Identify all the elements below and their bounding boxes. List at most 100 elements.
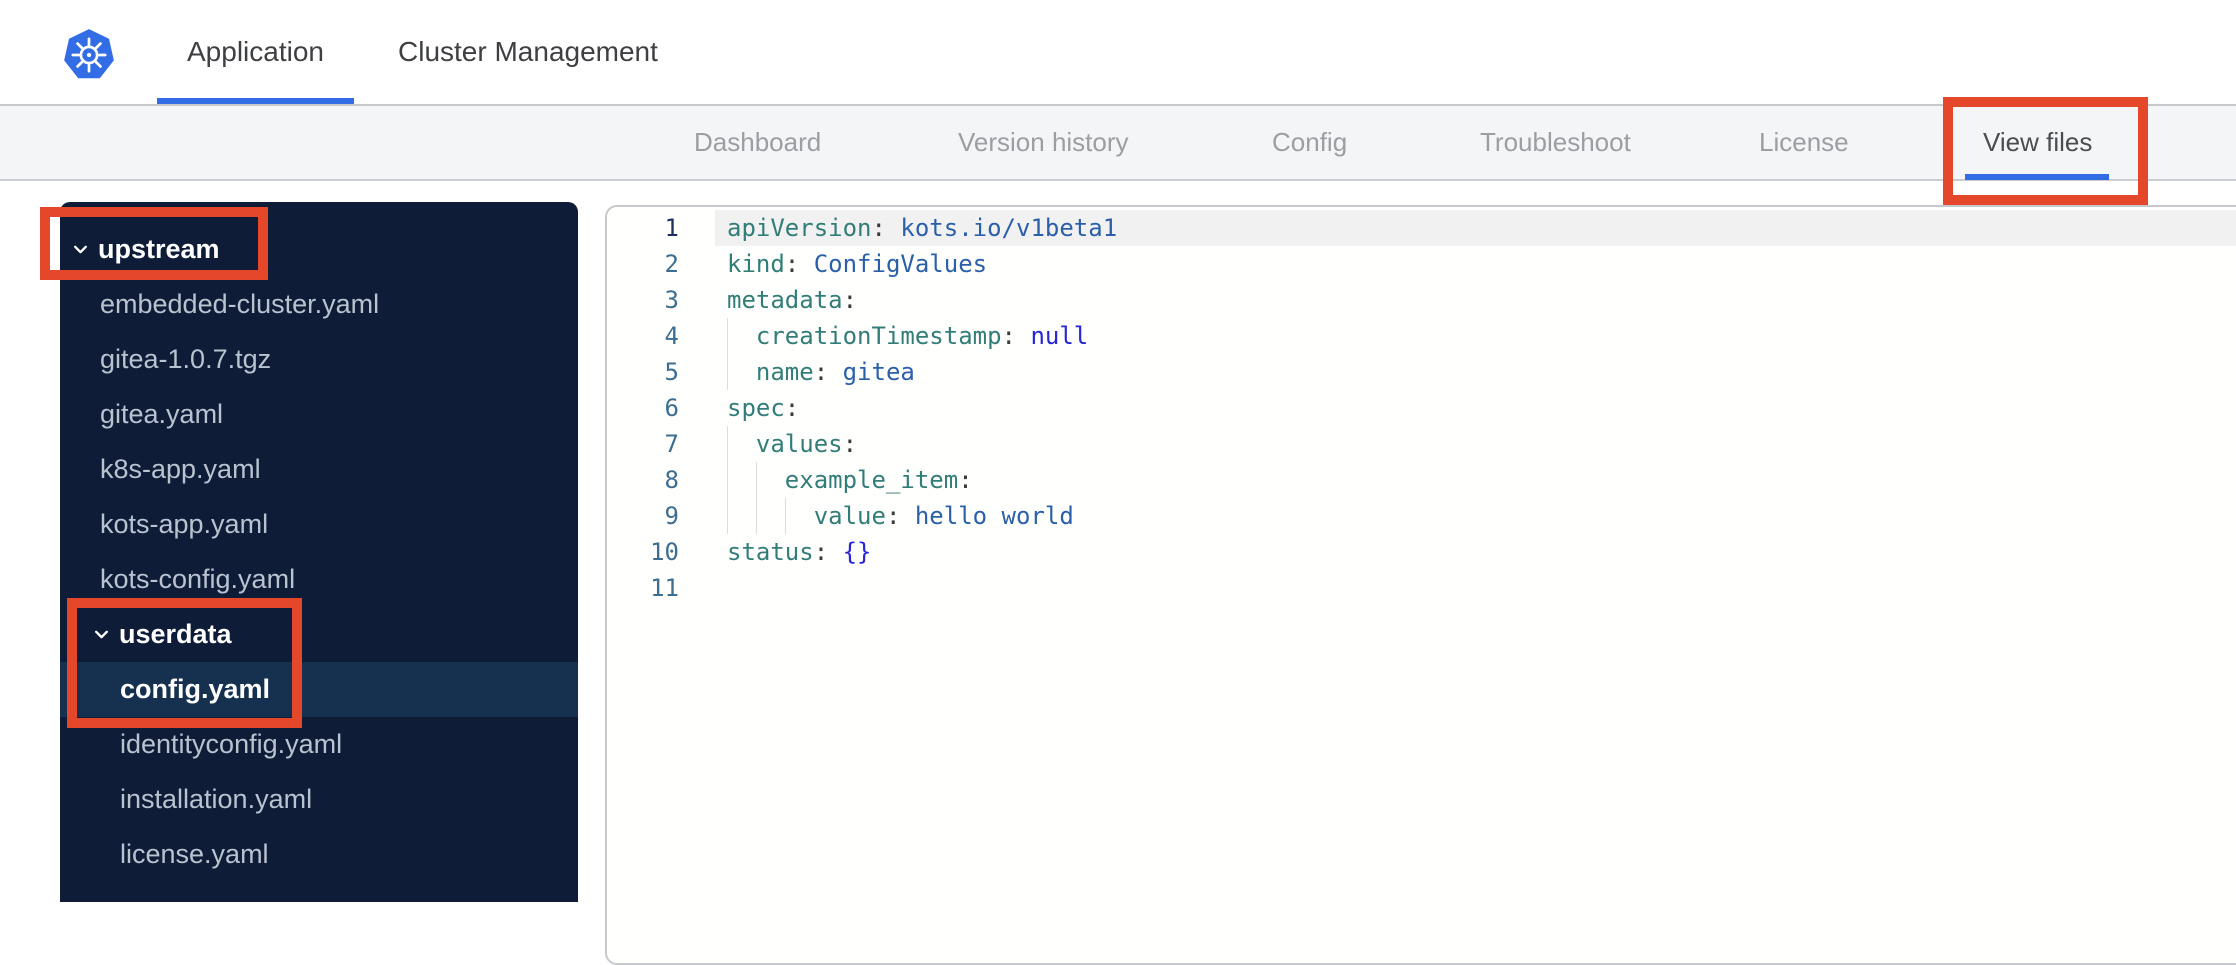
token-k: kind	[727, 250, 785, 278]
code-line-4[interactable]: 4 creationTimestamp: null	[607, 318, 2236, 354]
code-editor[interactable]: 1 apiVersion: kots.io/v1beta1 2 kind: Confi…	[605, 205, 2236, 965]
nav-tab-dashboard[interactable]: Dashboard	[694, 106, 821, 179]
token-v: kots.io/v1beta1	[900, 214, 1118, 242]
tree-item-label: kots-config.yaml	[100, 564, 296, 594]
file-kots-config.yaml[interactable]: kots-config.yaml	[60, 552, 578, 607]
chevron-down-icon[interactable]	[72, 241, 89, 258]
token-k: status	[727, 538, 814, 566]
token-p: :	[842, 286, 858, 314]
line-number: 9	[664, 502, 679, 530]
token-p: :	[885, 502, 901, 530]
line-number: 2	[664, 250, 679, 278]
token-p: :	[784, 250, 800, 278]
tree-item-label: upstream	[98, 234, 220, 264]
indent-guide	[756, 498, 757, 534]
code-line-2[interactable]: 2 kind: ConfigValues	[607, 246, 2236, 282]
token-p: :	[1001, 322, 1016, 350]
code-line-3[interactable]: 3 metadata:	[607, 282, 2236, 318]
token-t	[727, 430, 756, 458]
token-t	[828, 538, 842, 566]
code-text[interactable]: metadata:	[715, 282, 2236, 318]
indent-guide	[727, 426, 728, 462]
line-number: 1	[664, 214, 679, 242]
nav-tab-troubleshoot[interactable]: Troubleshoot	[1480, 106, 1631, 179]
nav-tab-label: Dashboard	[694, 127, 822, 157]
tree-item-label: installation.yaml	[120, 784, 313, 814]
indent-guide	[727, 318, 728, 354]
nav-tab-license[interactable]: License	[1759, 106, 1849, 179]
code-text[interactable]: values:	[715, 426, 2236, 462]
kots-admin-console: Application Cluster Management Dashboard…	[0, 0, 2236, 965]
tab-cluster-management[interactable]: Cluster Management	[398, 0, 658, 104]
line-number: 11	[650, 574, 679, 602]
code-text[interactable]: value: hello world	[715, 498, 2236, 534]
tree-item-label: k8s-app.yaml	[100, 454, 261, 484]
code-line-9[interactable]: 9 value: hello world	[607, 498, 2236, 534]
nav-tab-config[interactable]: Config	[1272, 106, 1347, 179]
code-line-7[interactable]: 7 values:	[607, 426, 2236, 462]
token-k: values	[755, 430, 843, 458]
kubernetes-logo-icon	[62, 28, 116, 82]
token-k: spec	[727, 394, 785, 422]
line-number: 6	[664, 394, 679, 422]
code-line-1[interactable]: 1 apiVersion: kots.io/v1beta1	[607, 210, 2236, 246]
file-identityconfig.yaml[interactable]: identityconfig.yaml	[60, 717, 578, 772]
tab-cluster-management-label: Cluster Management	[398, 36, 658, 67]
tree-item-label: gitea.yaml	[100, 399, 224, 429]
code-text[interactable]: apiVersion: kots.io/v1beta1	[715, 210, 2236, 246]
token-t	[799, 250, 813, 278]
token-p: :	[813, 538, 829, 566]
token-k: creationTimestamp	[755, 322, 1002, 350]
file-gitea-1.0.7.tgz[interactable]: gitea-1.0.7.tgz	[60, 332, 578, 387]
nav-tab-view-files[interactable]: View files	[1964, 106, 2110, 180]
file-installation.yaml[interactable]: installation.yaml	[60, 772, 578, 827]
indent-guide	[727, 354, 728, 390]
token-k: apiVersion	[727, 214, 872, 242]
code-text[interactable]: status: {}	[715, 534, 2236, 570]
line-number: 7	[664, 430, 679, 458]
token-p: :	[784, 394, 800, 422]
tree-item-label: kots-app.yaml	[100, 509, 269, 539]
code-line-6[interactable]: 6 spec:	[607, 390, 2236, 426]
token-t	[886, 214, 900, 242]
token-v: hello world	[914, 502, 1074, 530]
code-text[interactable]: name: gitea	[715, 354, 2236, 390]
token-p: :	[958, 466, 973, 494]
code-text[interactable]: spec:	[715, 390, 2236, 426]
token-k: example_item	[784, 466, 959, 494]
tree-item-label: embedded-cluster.yaml	[100, 289, 380, 319]
token-t	[727, 502, 814, 530]
file-config.yaml[interactable]: config.yaml	[60, 662, 578, 717]
nav-tab-label: Config	[1272, 127, 1348, 157]
code-line-10[interactable]: 10 status: {}	[607, 534, 2236, 570]
code-text[interactable]: kind: ConfigValues	[715, 246, 2236, 282]
code-line-5[interactable]: 5 name: gitea	[607, 354, 2236, 390]
token-c: {}	[842, 538, 872, 566]
indent-guide	[727, 462, 728, 498]
token-t	[727, 322, 756, 350]
line-number: 5	[664, 358, 679, 386]
tree-item-label: userdata	[119, 619, 232, 649]
code-line-11[interactable]: 11	[607, 570, 2236, 606]
folder-userdata[interactable]: userdata	[60, 607, 578, 662]
token-t	[1016, 322, 1030, 350]
file-embedded-cluster.yaml[interactable]: embedded-cluster.yaml	[60, 277, 578, 332]
line-number: 4	[664, 322, 679, 350]
code-text[interactable]: example_item:	[715, 462, 2236, 498]
file-gitea.yaml[interactable]: gitea.yaml	[60, 387, 578, 442]
code-text[interactable]: creationTimestamp: null	[715, 318, 2236, 354]
nav-tab-version-history[interactable]: Version history	[958, 106, 1129, 179]
token-p: :	[842, 430, 858, 458]
file-kots-app.yaml[interactable]: kots-app.yaml	[60, 497, 578, 552]
chevron-down-icon[interactable]	[93, 626, 110, 643]
tab-application[interactable]: Application	[157, 0, 354, 104]
token-v: gitea	[842, 358, 915, 386]
code-line-8[interactable]: 8 example_item:	[607, 462, 2236, 498]
nav-tab-label: License	[1759, 127, 1849, 157]
file-k8s-app.yaml[interactable]: k8s-app.yaml	[60, 442, 578, 497]
line-number: 8	[664, 466, 679, 494]
folder-upstream[interactable]: upstream	[60, 222, 578, 277]
file-license.yaml[interactable]: license.yaml	[60, 827, 578, 882]
token-t	[900, 502, 914, 530]
code-text[interactable]	[715, 570, 2236, 606]
